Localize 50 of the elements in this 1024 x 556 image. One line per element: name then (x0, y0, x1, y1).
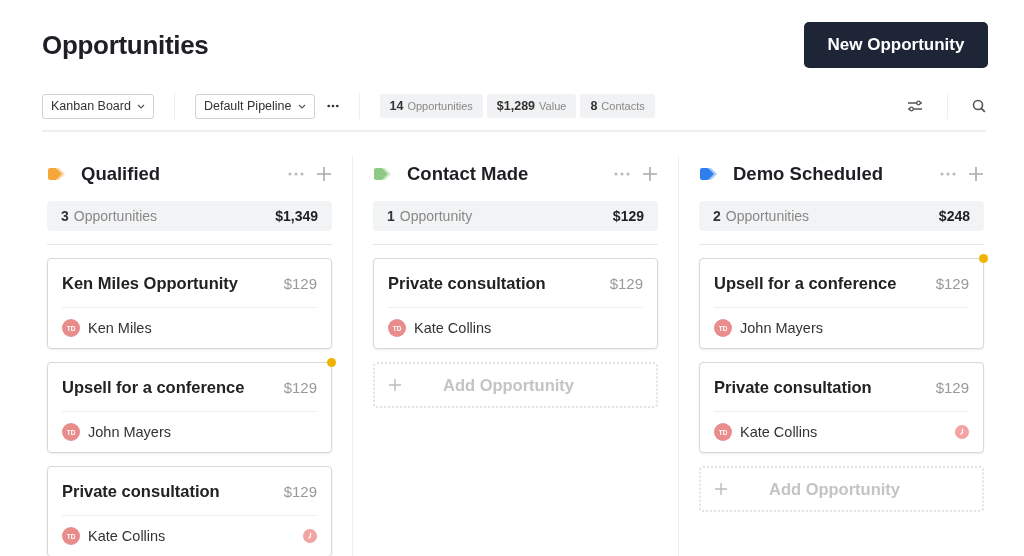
stat-value: $1,289 (496, 99, 536, 113)
card-amount: $129 (283, 274, 317, 292)
card-amount: $129 (935, 378, 969, 396)
opportunity-count: 2 (713, 208, 721, 224)
contact-name: Ken Miles (88, 320, 152, 336)
plus-icon (389, 379, 401, 391)
card-title: Ken Miles Opportunity (62, 273, 238, 293)
opportunity-count: 3 (61, 208, 69, 224)
chevron-icon (136, 103, 145, 109)
card-amount: $129 (283, 482, 317, 500)
search-icon[interactable] (972, 99, 986, 113)
stat-label: Contacts (601, 100, 645, 112)
card-amount: $129 (935, 274, 969, 292)
count-label: Opportunities (73, 208, 158, 224)
count-label: Opportunities (725, 208, 810, 224)
pipeline-dropdown[interactable]: Default Pipeline (194, 93, 315, 119)
contact-name: Kate Collins (88, 528, 166, 544)
card-title: Private consultation (62, 481, 220, 501)
view-dropdown[interactable]: Kanban Board (42, 93, 154, 119)
plus-icon (715, 483, 727, 495)
column-total: $1,349 (275, 208, 318, 224)
contact-name: John Mayers (88, 424, 171, 440)
contact-name: Kate Collins (740, 424, 818, 440)
more-icon[interactable] (326, 104, 339, 108)
stat-label: Opportunities (407, 100, 473, 112)
add-icon[interactable] (642, 166, 658, 182)
card-title: Private consultation (714, 377, 872, 397)
column-title: Contact Made (407, 163, 529, 185)
stat-value: 14 (389, 99, 404, 113)
page-title: Opportunities (42, 29, 209, 61)
card-title: Private consultation (388, 273, 546, 293)
column-title: Demo Scheduled (733, 163, 884, 185)
card-amount: $129 (283, 378, 317, 396)
opportunity-count: 1 (387, 208, 395, 224)
count-label: Opportunity (399, 208, 473, 224)
column-title: Qualified (81, 163, 161, 185)
column-total: $129 (612, 208, 644, 224)
chevron-icon (297, 103, 306, 109)
new-opportunity-button[interactable]: New Opportunity (804, 22, 988, 68)
column-total: $248 (938, 208, 970, 224)
card-title: Upsell for a conference (714, 273, 897, 293)
contact-name: John Mayers (740, 320, 823, 336)
contact-name: Kate Collins (414, 320, 492, 336)
card-title: Upsell for a conference (62, 377, 245, 397)
add-icon[interactable] (968, 166, 984, 182)
stat-label: Value (539, 100, 567, 112)
stat-value: 8 (590, 99, 598, 113)
add-icon[interactable] (316, 166, 332, 182)
filter-icon[interactable] (907, 100, 923, 112)
card-amount: $129 (609, 274, 643, 292)
